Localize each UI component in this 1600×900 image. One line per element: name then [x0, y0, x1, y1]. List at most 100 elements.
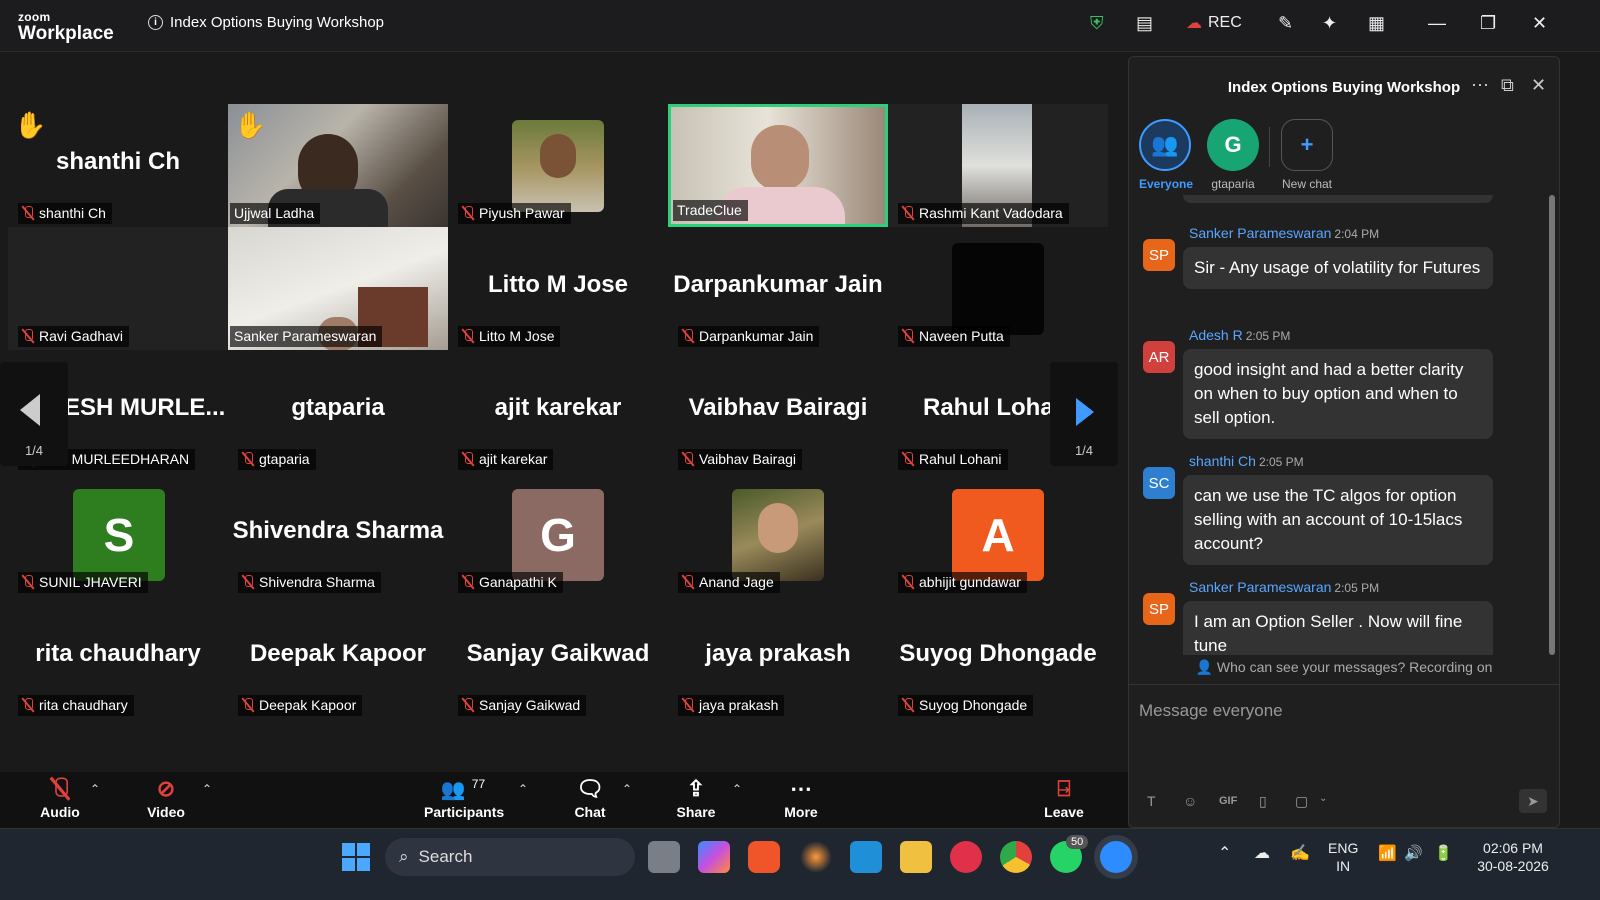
cloud-icon: ☁ [1186, 15, 1202, 32]
chat-button[interactable]: 🗨 Chat [570, 774, 610, 820]
claude-icon[interactable] [800, 841, 832, 873]
screenshot-icon[interactable]: ▢ [1295, 793, 1308, 810]
participant-tile[interactable]: Piyush Pawar [448, 104, 668, 227]
participant-tile[interactable]: ajit karekar ajit karekar [448, 350, 668, 473]
message-header: Sanker Parameswaran 2:05 PM [1189, 579, 1380, 595]
person-icon: 👤 [1195, 659, 1214, 675]
participant-label: TradeClue [673, 200, 748, 221]
media-player-icon[interactable] [950, 841, 982, 873]
battery-icon[interactable]: 🔋 [1434, 845, 1453, 863]
participant-tile[interactable]: Shivendra Sharma Shivendra Sharma [228, 473, 448, 596]
language-indicator[interactable]: ENG IN [1328, 839, 1358, 875]
info-icon[interactable]: i [148, 15, 163, 30]
copilot-icon[interactable] [698, 841, 730, 873]
chat-tab-gtaparia[interactable]: G gtaparia [1207, 119, 1259, 191]
record-button[interactable]: ☁ REC [1186, 13, 1242, 33]
participant-tile[interactable]: Sanker Parameswaran [228, 227, 448, 350]
share-options-caret[interactable]: ⌃ [732, 782, 742, 796]
file-explorer-icon[interactable] [900, 841, 932, 873]
ai-sparkle-icon[interactable]: ✦ [1322, 13, 1337, 34]
close-chat-icon[interactable]: ✕ [1531, 75, 1546, 96]
participant-tile[interactable]: Rashmi Kant Vadodara [888, 104, 1108, 227]
new-chat-button[interactable]: + New chat [1281, 119, 1333, 191]
file-icon[interactable]: ▯ [1259, 793, 1267, 810]
participants-button[interactable]: 👥 77 Participants [424, 774, 504, 820]
participant-tile[interactable]: ✋ shanthi Ch shanthi Ch [8, 104, 228, 227]
chevron-down-icon[interactable]: ⌄ [1319, 793, 1327, 804]
visibility-notice[interactable]: 👤 Who can see your messages? Recording o… [1129, 659, 1559, 676]
gif-icon[interactable]: GIF [1219, 795, 1237, 807]
participant-tile[interactable]: Deepak Kapoor Deepak Kapoor [228, 596, 448, 719]
prev-page-button[interactable]: 1/4 [0, 362, 68, 466]
chat-scrollbar[interactable] [1549, 195, 1555, 655]
video-options-caret[interactable]: ⌃ [202, 782, 212, 796]
text-format-icon[interactable]: T [1147, 793, 1156, 809]
logo-top-text: zoom [18, 10, 51, 24]
chat-tab-everyone[interactable]: 👥 Everyone [1139, 119, 1193, 191]
participant-tile[interactable]: Anand Jage [668, 473, 888, 596]
next-page-button[interactable]: 1/4 [1050, 362, 1118, 466]
notes-icon[interactable]: ▤ [1136, 13, 1153, 34]
close-icon[interactable]: ✕ [1532, 13, 1547, 34]
onedrive-icon[interactable]: ☁ [1254, 845, 1270, 863]
participant-tile[interactable]: rita chaudhary rita chaudhary [8, 596, 228, 719]
audio-button[interactable]: Audio [38, 774, 82, 820]
desktop-icon[interactable] [850, 841, 882, 873]
participant-tile[interactable]: A abhijit gundawar [888, 473, 1108, 596]
chat-options-caret[interactable]: ⌃ [622, 782, 632, 796]
mic-muted-icon [682, 697, 694, 713]
participant-big-name: Suyog Dhongade [899, 640, 1097, 667]
taskbar-search[interactable]: ⌕ Search [385, 838, 635, 876]
chat-messages: SP Sanker Parameswaran 2:04 PM Sir - Any … [1129, 195, 1549, 655]
participant-label: Litto M Jose [458, 326, 561, 347]
participant-tile[interactable]: Naveen Putta [888, 227, 1108, 350]
participants-options-caret[interactable]: ⌃ [518, 782, 528, 796]
notification-badge: 50 [1066, 835, 1089, 849]
participant-tile[interactable]: Vaibhav Bairagi Vaibhav Bairagi [668, 350, 888, 473]
apps-grid-icon[interactable]: ▦ [1368, 13, 1385, 34]
participant-tile[interactable]: jaya prakash jaya prakash [668, 596, 888, 719]
participant-tile[interactable]: Sanjay Gaikwad Sanjay Gaikwad [448, 596, 668, 719]
pen-icon[interactable]: ✎ [1278, 13, 1293, 34]
more-button[interactable]: ⋯ More [780, 774, 822, 820]
participant-tile[interactable]: Suyog Dhongade Suyog Dhongade [888, 596, 1108, 719]
participant-tile[interactable]: G Ganapathi K [448, 473, 668, 596]
pen-input-icon[interactable]: ✍ [1290, 845, 1310, 863]
participant-tile[interactable]: gtaparia gtaparia [228, 350, 448, 473]
participant-label: Piyush Pawar [458, 203, 571, 224]
raised-hand-icon: ✋ [234, 110, 267, 140]
task-view-icon[interactable] [648, 841, 680, 873]
send-icon[interactable]: ➤ [1519, 789, 1547, 813]
participant-tile[interactable]: Darpankumar Jain Darpankumar Jain [668, 227, 888, 350]
shield-icon[interactable]: ⛨ [1090, 13, 1104, 34]
audio-options-caret[interactable]: ⌃ [90, 782, 100, 796]
restore-icon[interactable]: ❐ [1480, 13, 1496, 34]
active-speaker-tile[interactable]: TradeClue [668, 104, 888, 227]
video-button[interactable]: ⊘ Video [144, 774, 188, 820]
participant-tile[interactable]: Litto M Jose Litto M Jose [448, 227, 668, 350]
windows-start-icon[interactable] [342, 843, 370, 871]
zoom-app-icon[interactable] [1100, 841, 1132, 873]
minimize-icon[interactable]: — [1428, 13, 1446, 34]
participant-tile[interactable]: Ravi Gadhavi [8, 227, 228, 350]
participant-tile[interactable]: ✋ Ujjwal Ladha [228, 104, 448, 227]
chevron-up-icon[interactable]: ⌃ [1218, 845, 1231, 863]
mic-muted-icon [462, 574, 474, 590]
mic-muted-icon [462, 205, 474, 221]
more-options-icon[interactable]: ⋯ [1471, 75, 1489, 96]
participant-tile[interactable]: S SUNIL JHAVERI [8, 473, 228, 596]
wifi-icon[interactable]: 📶 [1378, 845, 1397, 863]
pop-out-icon[interactable]: ⧉ [1501, 75, 1514, 96]
share-button[interactable]: ⇪ Share [674, 774, 718, 820]
clock[interactable]: 02:06 PM 30-08-2026 [1476, 839, 1550, 875]
avatar [732, 489, 824, 581]
avatar: SC [1143, 467, 1175, 499]
emoji-icon[interactable]: ☺ [1183, 793, 1197, 809]
brave-browser-icon[interactable] [748, 841, 780, 873]
volume-icon[interactable]: 🔊 [1404, 845, 1423, 863]
meeting-title[interactable]: i Index Options Buying Workshop [148, 14, 384, 31]
message-input[interactable]: Message everyone [1139, 701, 1283, 721]
leave-button[interactable]: ⍈ Leave [1042, 774, 1086, 820]
page-indicator: 1/4 [1074, 443, 1094, 458]
chrome-icon[interactable] [1000, 841, 1032, 873]
